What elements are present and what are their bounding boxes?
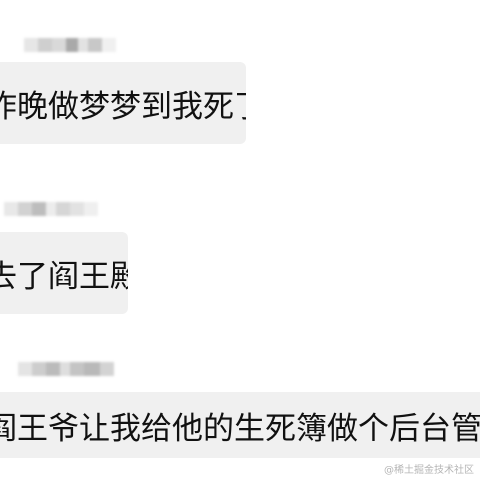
message-text: 阎王爷让我给他的生死簿做个后台管理系统 xyxy=(0,410,480,447)
chat-bubble[interactable]: 阎王爷让我给他的生死簿做个后台管理系统 xyxy=(0,392,480,458)
chat-bubble[interactable]: 去了阎王殿 xyxy=(0,232,128,314)
sender-name-blurred xyxy=(18,362,114,376)
chat-screenshot: 昨晚做梦梦到我死了 去了阎王殿 阎王爷让我给他的生死簿做个后台管理系统 @稀土掘… xyxy=(0,0,480,480)
message-text: 去了阎王殿 xyxy=(0,258,128,295)
chat-bubble[interactable]: 昨晚做梦梦到我死了 xyxy=(0,62,246,144)
watermark: @稀土掘金技术社区 xyxy=(384,465,474,476)
sender-name-blurred xyxy=(24,38,116,52)
sender-name-blurred xyxy=(4,202,98,216)
message-text: 昨晚做梦梦到我死了 xyxy=(0,88,246,125)
